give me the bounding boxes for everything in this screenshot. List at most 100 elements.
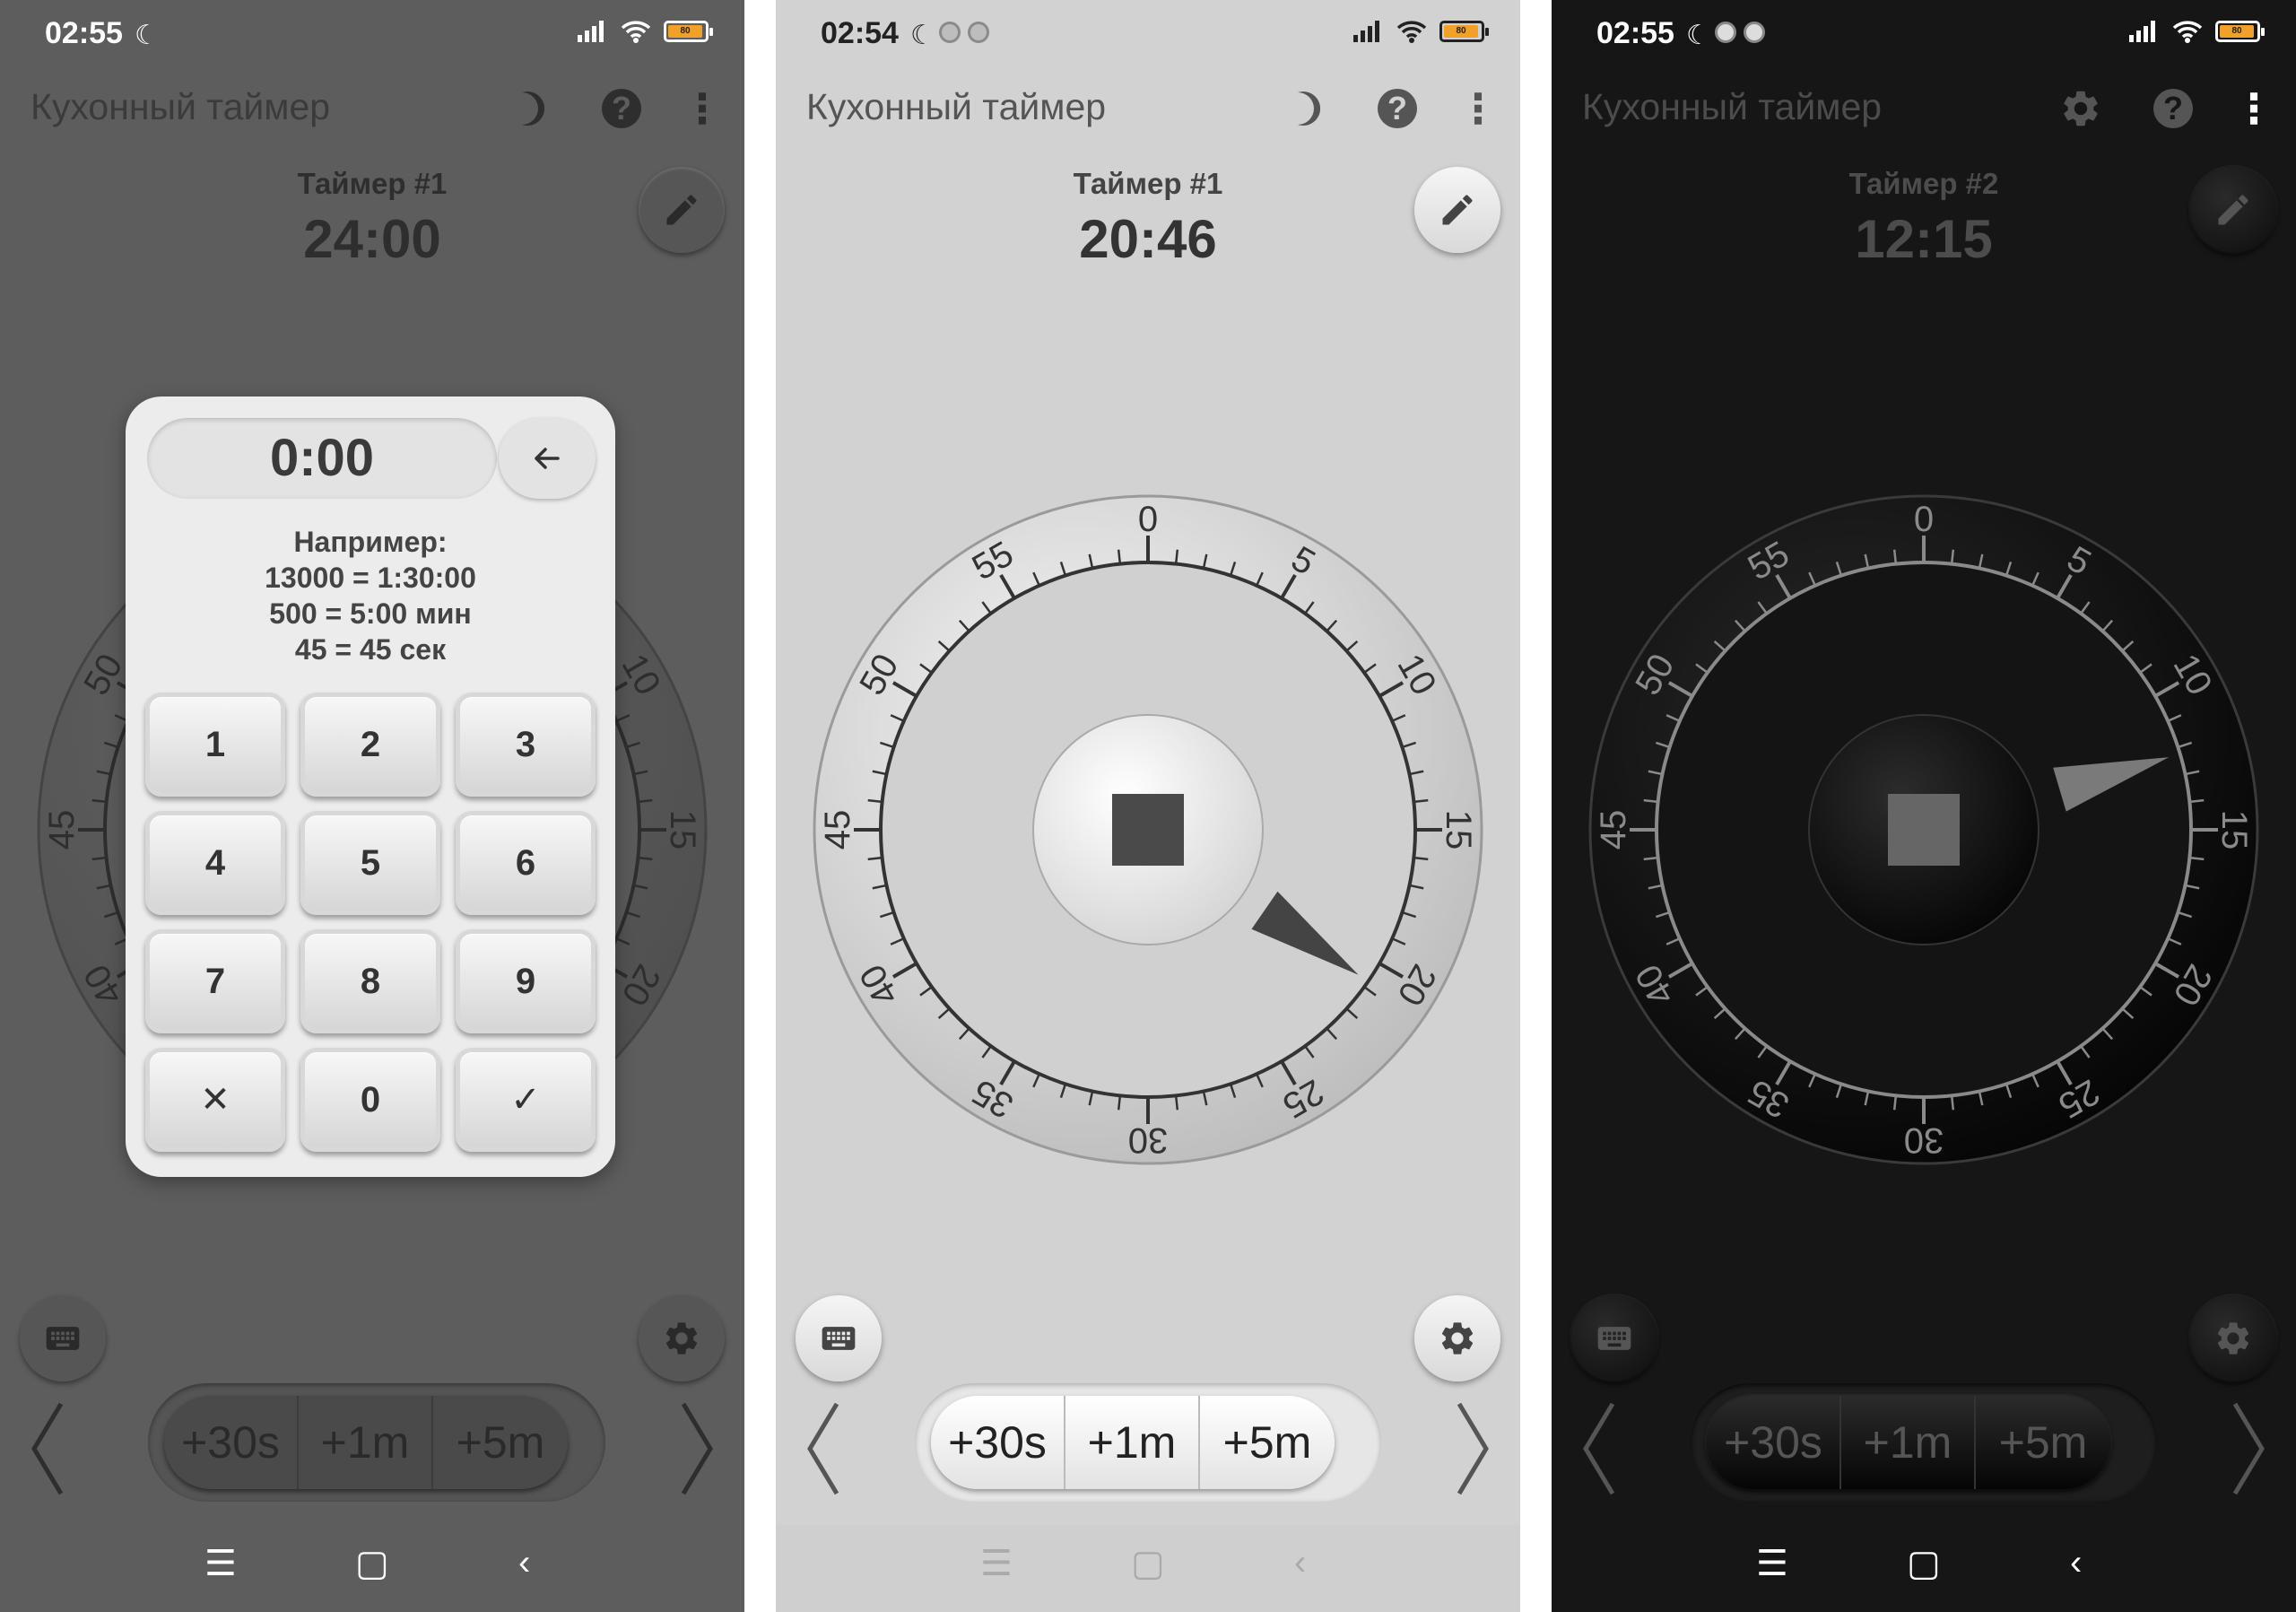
add-5m-button[interactable]: +5m	[1976, 1396, 2110, 1489]
timer-dial[interactable]: 0510152025303540455055	[1587, 493, 2260, 1166]
app-title: Кухонный таймер	[30, 86, 331, 127]
dial-tick	[2189, 798, 2205, 804]
back-icon[interactable]: ‹	[2070, 1543, 2082, 1583]
more-vert-icon[interactable]: ⋮	[680, 86, 725, 131]
backspace-button[interactable]	[499, 418, 596, 499]
home-icon[interactable]: ▢	[1907, 1543, 1941, 1584]
status-time: 02:55	[45, 16, 123, 50]
alarm-small-icon	[1715, 22, 1736, 43]
pencil-icon	[1442, 195, 1473, 225]
help-icon[interactable]: ?	[2153, 89, 2193, 128]
dial-tick	[1117, 1095, 1122, 1111]
keypad-hint: Например: 13000 = 1:30:00 500 = 5:00 мин…	[265, 526, 476, 666]
key-2[interactable]: 2	[300, 693, 440, 797]
next-timer-arrow[interactable]	[674, 1399, 719, 1498]
add-30s-button[interactable]: +30s	[931, 1396, 1065, 1489]
wifi-icon	[1396, 21, 1427, 43]
next-timer-arrow[interactable]	[1450, 1399, 1495, 1498]
add-5m-button[interactable]: +5m	[1200, 1396, 1335, 1489]
add-30s-button[interactable]: +30s	[1707, 1396, 1841, 1489]
key-3[interactable]: 3	[456, 693, 596, 797]
add-1m-button[interactable]: +1m	[1841, 1396, 1976, 1489]
settings-button[interactable]	[639, 1295, 725, 1381]
dial-tick	[1950, 1095, 1955, 1111]
settings-gear-icon[interactable]	[2058, 86, 2103, 131]
wifi-icon	[621, 21, 651, 43]
previous-timer-arrow[interactable]	[25, 1399, 70, 1498]
keyboard-button[interactable]	[796, 1295, 882, 1381]
key-6[interactable]: 6	[456, 811, 596, 915]
home-icon[interactable]: ▢	[355, 1543, 389, 1584]
status-time: 02:54	[821, 16, 899, 50]
previous-timer-arrow[interactable]	[1577, 1399, 1622, 1498]
add-1m-button[interactable]: +1m	[299, 1396, 433, 1489]
battery-icon: 80	[664, 21, 713, 42]
dial-tick	[1950, 549, 1955, 564]
next-timer-arrow[interactable]	[2226, 1399, 2271, 1498]
dial-tick	[2189, 856, 2205, 861]
dial-tick	[1174, 549, 1179, 564]
timer-name: Таймер #2	[1848, 167, 1999, 200]
dial-label: 15	[2214, 810, 2254, 850]
moon-small-icon: ☾	[910, 21, 935, 50]
key-confirm[interactable]: ✓	[456, 1048, 596, 1152]
signal-icon	[2129, 21, 2155, 42]
system-nav-bar: ☰ ▢ ‹	[776, 1525, 1520, 1612]
dial-label: 0	[1138, 500, 1158, 539]
help-icon[interactable]: ?	[602, 89, 641, 128]
arrow-left-icon	[535, 448, 560, 469]
keyboard-button[interactable]	[1571, 1295, 1657, 1381]
key-8[interactable]: 8	[300, 929, 440, 1033]
key-0[interactable]: 0	[300, 1048, 440, 1152]
key-9[interactable]: 9	[456, 929, 596, 1033]
timer-time: 24:00	[303, 209, 441, 269]
dial-tick	[91, 798, 107, 804]
dial-tick	[1643, 798, 1658, 804]
recents-icon[interactable]: ☰	[204, 1543, 237, 1584]
help-icon[interactable]: ?	[1378, 89, 1417, 128]
add-5m-button[interactable]: +5m	[433, 1396, 568, 1489]
dial-label: 45	[818, 810, 857, 850]
moon-icon[interactable]	[1283, 86, 1327, 131]
key-1[interactable]: 1	[145, 693, 285, 797]
settings-button[interactable]	[1414, 1295, 1500, 1381]
battery-icon: 80	[1439, 21, 1489, 42]
keypad-dialog: 0:00 Например: 13000 = 1:30:00 500 = 5:0…	[126, 396, 615, 1177]
timer-name: Таймер #1	[297, 167, 448, 200]
moon-small-icon: ☾	[1686, 21, 1710, 50]
edit-timer-button[interactable]	[2190, 167, 2276, 253]
keyboard-button[interactable]	[20, 1295, 106, 1381]
keypad-grid: 1 2 3 4 5 6 7 8 9 ✕ 0 ✓	[145, 693, 596, 1152]
recents-icon[interactable]: ☰	[1756, 1543, 1788, 1584]
key-5[interactable]: 5	[300, 811, 440, 915]
gear-icon	[2217, 1322, 2249, 1355]
keyboard-icon	[1597, 1327, 1631, 1350]
moon-icon[interactable]	[507, 86, 552, 131]
dial-tick	[638, 798, 653, 804]
alarm-small-icon-2	[1744, 22, 1765, 43]
more-vert-icon[interactable]: ⋮	[2231, 86, 2276, 131]
system-nav-bar: ☰ ▢ ‹	[0, 1525, 744, 1612]
add-30s-button[interactable]: +30s	[164, 1396, 299, 1489]
dial-tick	[1174, 1095, 1179, 1111]
settings-button[interactable]	[2190, 1295, 2276, 1381]
back-icon[interactable]: ‹	[1294, 1543, 1306, 1583]
key-4[interactable]: 4	[145, 811, 285, 915]
timer-dial[interactable]: 0510152025303540455055	[812, 493, 1484, 1166]
edit-timer-button[interactable]	[1414, 167, 1500, 253]
back-icon[interactable]: ‹	[518, 1543, 530, 1583]
edit-timer-button[interactable]	[639, 167, 725, 253]
recents-icon[interactable]: ☰	[980, 1543, 1013, 1584]
stop-icon	[1112, 794, 1184, 866]
add-1m-button[interactable]: +1m	[1065, 1396, 1200, 1489]
dial-tick	[91, 856, 107, 861]
previous-timer-arrow[interactable]	[801, 1399, 846, 1498]
dial-label: 30	[1904, 1120, 1944, 1160]
more-vert-icon[interactable]: ⋮	[1456, 86, 1500, 131]
dial-tick	[1892, 549, 1898, 564]
key-7[interactable]: 7	[145, 929, 285, 1033]
home-icon[interactable]: ▢	[1131, 1543, 1165, 1584]
pencil-icon	[2218, 195, 2248, 225]
key-cancel[interactable]: ✕	[145, 1048, 285, 1152]
phone-gray-theme: 02:55 ☾ 80 Кухонный таймер ? ⋮ Таймер #1…	[0, 0, 744, 1612]
